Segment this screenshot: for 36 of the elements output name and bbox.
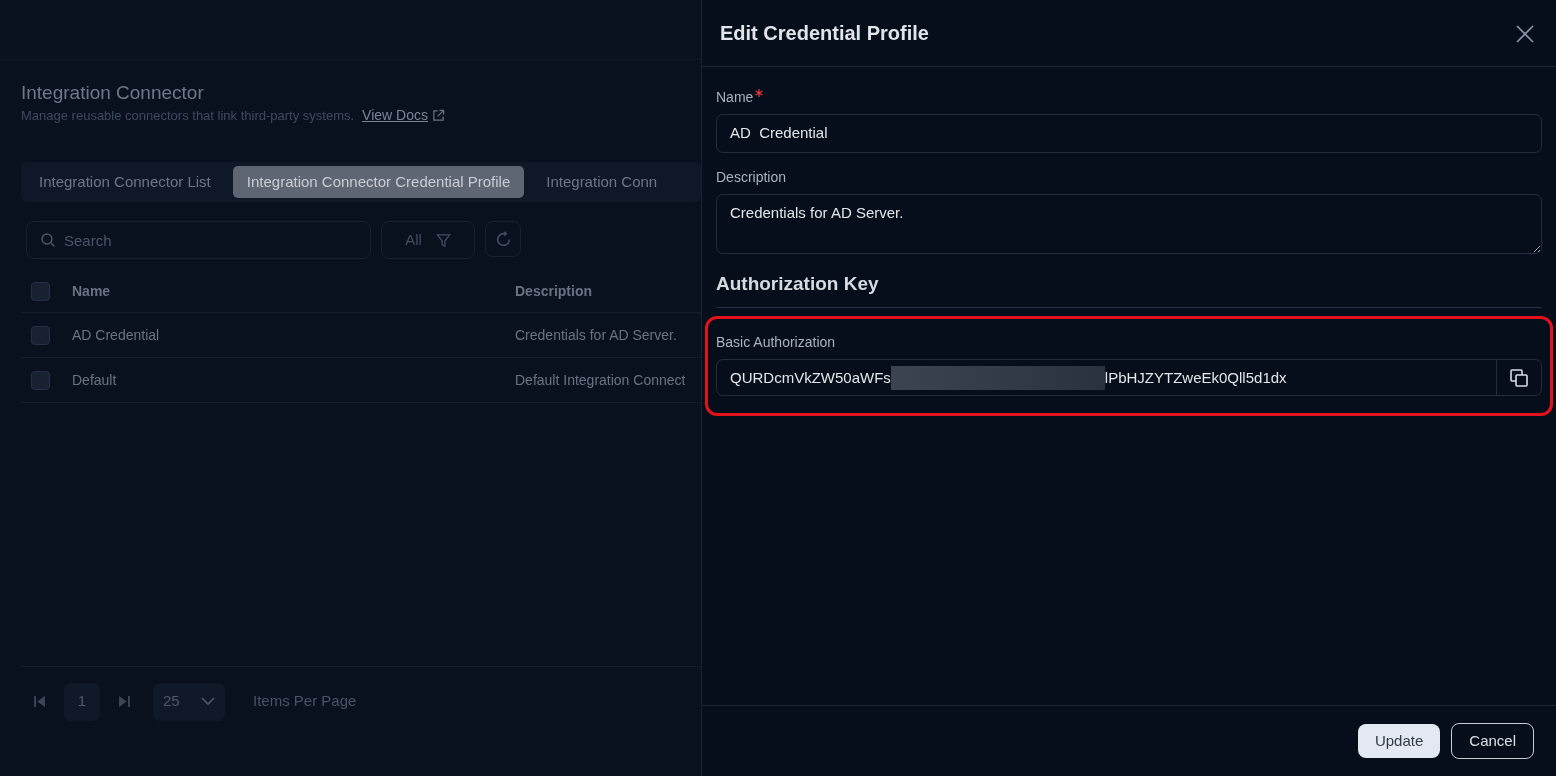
last-page-icon[interactable] [118, 695, 131, 708]
checkbox[interactable] [31, 325, 50, 345]
page-subtitle: Manage reusable connectors that link third-party systems. [21, 106, 355, 125]
field-label: Name [716, 88, 754, 107]
search-field[interactable]: Search [26, 221, 371, 260]
tab[interactable]: Integration Connector List [25, 165, 225, 199]
refresh-button[interactable] [485, 221, 521, 258]
table-cell-text: Default Integration Connect [515, 370, 686, 390]
table-cell-text: Default [72, 370, 118, 390]
checkbox[interactable] [31, 370, 50, 390]
refresh-icon [494, 230, 512, 248]
docs-link[interactable]: View Docs [362, 104, 445, 126]
copy-icon [1510, 368, 1528, 387]
first-page-icon[interactable] [33, 695, 46, 708]
chevron-down-icon [201, 697, 215, 706]
update-button[interactable]: Update [1357, 723, 1441, 759]
column-header: Name [72, 282, 112, 302]
tab[interactable]: Integration Conn [532, 165, 672, 199]
column-header: Description [515, 282, 592, 302]
checkbox[interactable] [31, 282, 50, 302]
close-icon [1516, 24, 1534, 43]
name-field[interactable]: AD Credential [716, 114, 1542, 153]
section-heading: Authorization Key [716, 272, 1542, 309]
description-field[interactable]: Credentials for AD Server. [716, 193, 1542, 254]
table-cell-text: Credentials for AD Server. [515, 325, 677, 345]
filter-icon [435, 232, 451, 248]
field-label: Description [716, 167, 787, 187]
external-link-icon [432, 108, 445, 122]
field-label: Basic Authorization [716, 333, 836, 353]
search-icon [40, 232, 56, 249]
tab[interactable]: Integration Connector Credential Profile [232, 165, 525, 199]
table-cell-text: AD Credential [72, 325, 161, 345]
page-size-label: Items Per Page [253, 691, 357, 712]
cancel-button[interactable]: Cancel [1451, 722, 1534, 760]
drawer-title: Edit Credential Profile [720, 21, 929, 45]
page-title: Integration Connector [21, 82, 205, 105]
